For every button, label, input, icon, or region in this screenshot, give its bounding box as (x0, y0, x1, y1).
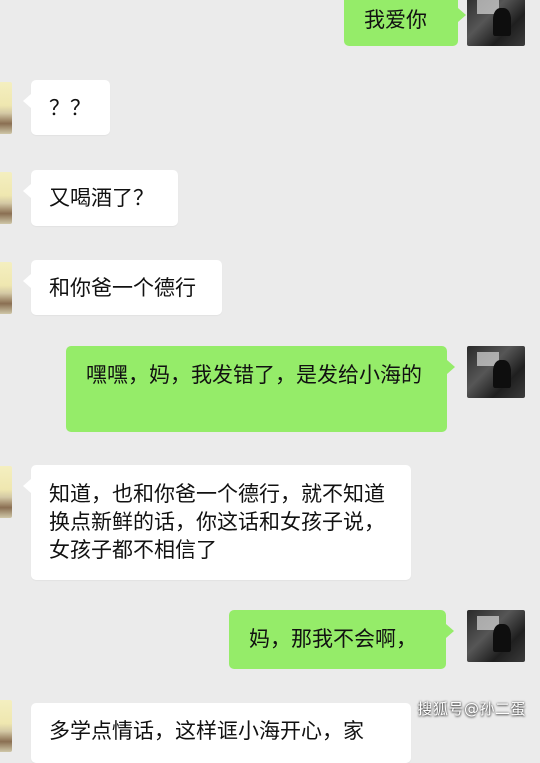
message-bubble-outgoing[interactable]: 我爱你 (344, 0, 466, 46)
mom-avatar[interactable] (0, 262, 12, 314)
mom-avatar[interactable] (0, 172, 12, 224)
mom-avatar[interactable] (0, 700, 12, 752)
message-bubble-outgoing[interactable]: 妈，那我不会啊， (229, 610, 454, 669)
message-bubble-incoming[interactable]: 多学点情话，这样诓小海开心，家 (31, 703, 411, 763)
message-bubble-incoming[interactable]: ？？ (23, 80, 110, 135)
message-bubble-incoming[interactable]: 和你爸一个德行 (23, 260, 222, 315)
mom-avatar[interactable] (0, 466, 12, 518)
message-bubble-outgoing[interactable]: 嘿嘿，妈，我发错了，是发给小海的 (66, 346, 455, 432)
my-avatar[interactable] (467, 610, 525, 662)
watermark: 搜狐号@孙二蛋 (417, 700, 526, 718)
chat-area: 我爱你 ？？ 又喝酒了？ 和你爸一个德行 嘿嘿，妈，我发错了，是发给小海的 知道… (0, 0, 540, 763)
message-bubble-incoming[interactable]: 又喝酒了？ (23, 170, 178, 226)
my-avatar[interactable] (467, 346, 525, 398)
mom-avatar[interactable] (0, 82, 12, 134)
my-avatar[interactable] (467, 0, 525, 46)
message-bubble-incoming[interactable]: 知道，也和你爸一个德行，就不知道换点新鲜的话，你这话和女孩子说，女孩子都不相信了 (23, 465, 411, 580)
